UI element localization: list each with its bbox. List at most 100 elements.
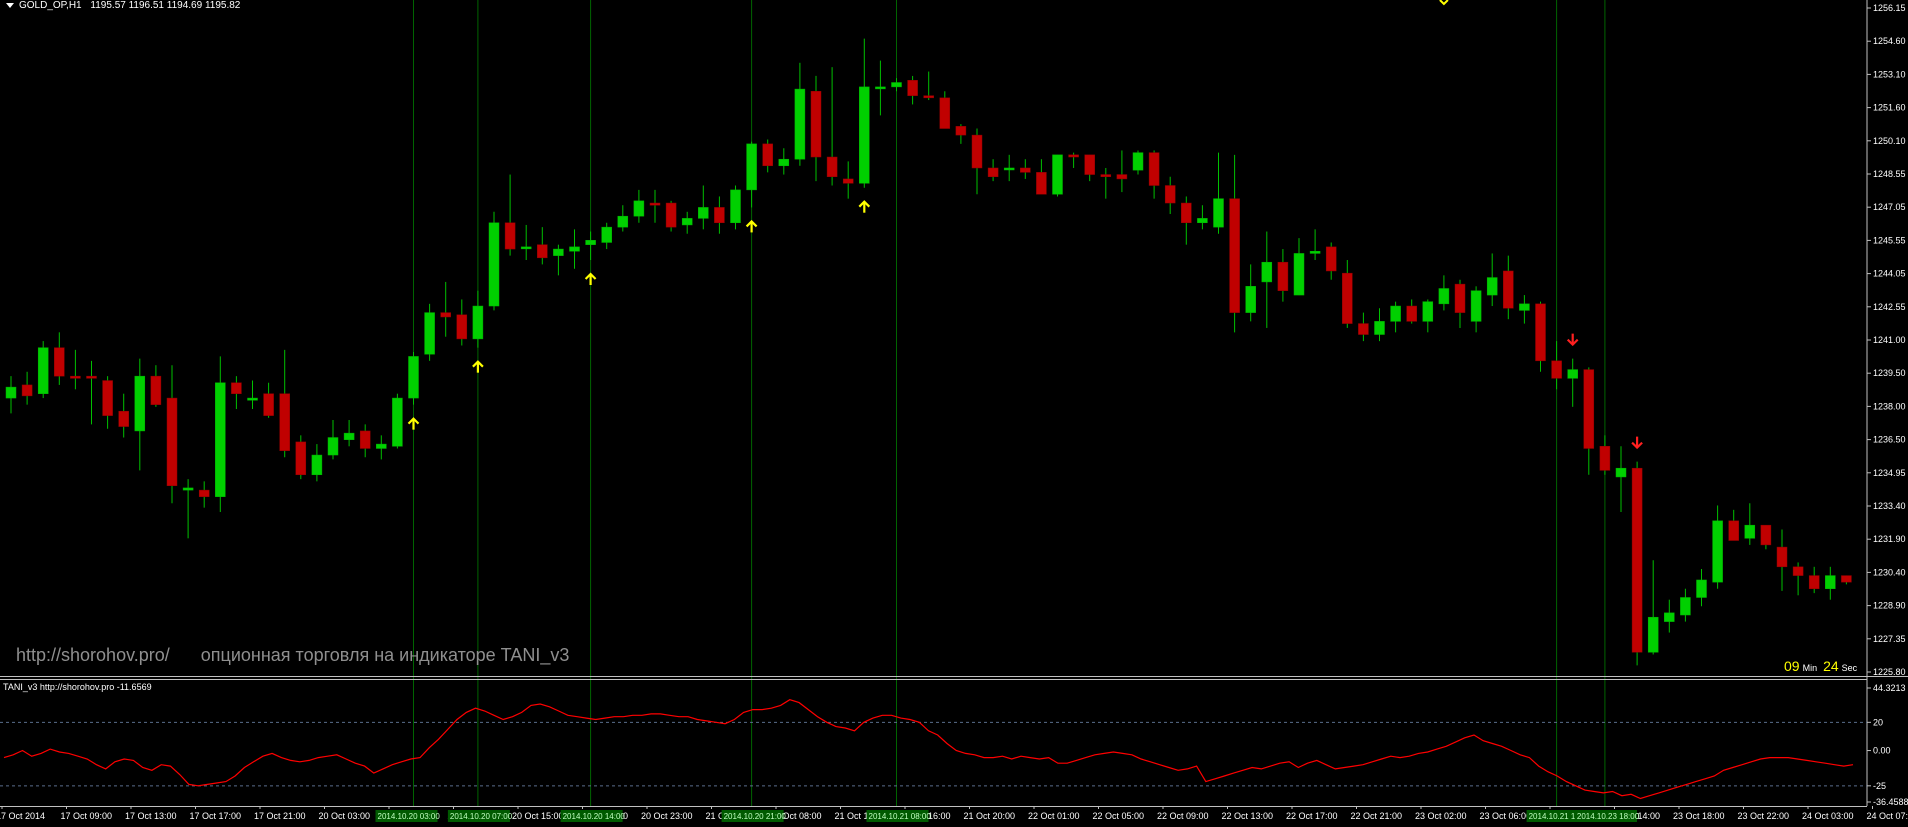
- bear-candle-body: [264, 394, 274, 416]
- price-tick-label: 1225.80: [1873, 667, 1906, 677]
- candle: [763, 139, 773, 172]
- price-tick-label: 1254.60: [1873, 36, 1906, 46]
- bull-candle-body: [602, 227, 612, 242]
- candle: [409, 352, 419, 405]
- highlighted-time-text: 2014.10.20 14:00: [563, 812, 626, 821]
- bull-candle-body: [1310, 251, 1320, 253]
- bear-candle-body: [1455, 284, 1465, 312]
- time-tick-label: 20 Oct 03:00: [319, 811, 371, 821]
- time-tick-label: 22 Oct 01:00: [1028, 811, 1080, 821]
- candle: [650, 190, 660, 223]
- candle: [537, 227, 547, 264]
- up-arrow-icon: [473, 362, 483, 373]
- bear-candle-body: [1069, 155, 1079, 157]
- candle: [1616, 446, 1626, 512]
- signal-arrows: [409, 0, 1643, 448]
- candle: [1632, 462, 1642, 666]
- candle: [231, 376, 241, 409]
- candle: [634, 190, 644, 223]
- trading-chart-window[interactable]: 1256.151254.601253.101251.601250.101248.…: [0, 0, 1908, 822]
- bear-candle-body: [1632, 468, 1642, 652]
- chevron-down-icon[interactable]: [6, 3, 14, 8]
- candle: [892, 78, 902, 91]
- bear-candle-body: [199, 490, 209, 497]
- candle: [1407, 299, 1417, 323]
- bull-candle-body: [248, 398, 258, 400]
- highlighted-time-text: 2014.10.21 08:00: [869, 812, 932, 821]
- candle: [682, 212, 692, 234]
- ohlc-readout: 1195.57 1196.51 1194.69 1195.82: [90, 0, 240, 11]
- bull-candle-body: [634, 201, 644, 216]
- price-tick-label: 1238.00: [1873, 401, 1906, 411]
- watermark-text: опционная торговля на индикаторе TANI_v3: [201, 645, 570, 665]
- time-tick-label: 24 Oct 07:00: [1867, 811, 1908, 821]
- candle: [1423, 299, 1433, 332]
- bear-candle-body: [714, 207, 724, 222]
- chart-canvas[interactable]: 1256.151254.601253.101251.601250.101248.…: [0, 0, 1908, 822]
- time-tick-label: 22 Oct 05:00: [1093, 811, 1145, 821]
- indicator-pane[interactable]: 44.3213200.00-25-36.4588: [0, 680, 1908, 808]
- down-arrow-icon: [1568, 334, 1578, 345]
- bull-candle-body: [1262, 262, 1272, 282]
- up-arrow-icon: [586, 274, 596, 285]
- bear-candle-body: [87, 376, 97, 378]
- highlighted-time-label: 2014.10.20 21:00: [722, 810, 787, 822]
- indicator-line: [4, 700, 1853, 799]
- bear-candle-body: [537, 245, 547, 258]
- indicator-tick-label: 0.00: [1873, 746, 1891, 756]
- bear-candle-body: [1342, 273, 1352, 323]
- bull-candle-body: [1133, 153, 1143, 171]
- price-tick-label: 1245.55: [1873, 235, 1906, 245]
- bear-candle-body: [650, 203, 660, 205]
- candle: [87, 361, 97, 425]
- bull-candle-body: [1680, 597, 1690, 615]
- price-tick-label: 1256.15: [1873, 3, 1906, 13]
- bull-candle-body: [215, 383, 225, 497]
- vertical-marker-lines: [414, 0, 1605, 806]
- candle: [1036, 159, 1046, 194]
- candle: [1262, 232, 1272, 328]
- bear-candle-body: [296, 442, 306, 475]
- symbol-header[interactable]: GOLD_OP,H1 1195.57 1196.51 1194.69 1195.…: [6, 0, 240, 11]
- candle: [698, 186, 708, 230]
- bull-candle-body: [409, 356, 419, 398]
- candle: [264, 383, 274, 418]
- candle: [1165, 177, 1175, 214]
- highlighted-time-label: 2014.10.20 07:00: [448, 810, 513, 822]
- candle: [1439, 275, 1449, 310]
- candle: [296, 435, 306, 479]
- price-tick-label: 1228.90: [1873, 601, 1906, 611]
- bull-candle-body: [618, 216, 628, 227]
- candle: [811, 76, 821, 181]
- bear-candle-body: [1020, 168, 1030, 172]
- candle: [1069, 153, 1079, 168]
- candle: [167, 365, 177, 503]
- bear-candle-body: [70, 376, 80, 378]
- highlighted-time-text: 2014.10.20 21:00: [724, 812, 787, 821]
- candle: [1584, 367, 1594, 474]
- candle: [956, 124, 966, 144]
- time-axis[interactable]: 17 Oct 201417 Oct 09:0017 Oct 13:0017 Oc…: [0, 806, 1908, 822]
- bull-candle-body: [1487, 278, 1497, 296]
- time-tick-label: 21 Oct 20:00: [964, 811, 1016, 821]
- candle: [940, 91, 950, 128]
- candle: [1536, 302, 1546, 372]
- highlighted-time-text: 2014.10.20 03:00: [378, 812, 441, 821]
- candle: [1085, 155, 1095, 181]
- candle: [1310, 229, 1320, 260]
- bull-candle-body: [1197, 218, 1207, 222]
- bull-candle-body: [1214, 199, 1224, 227]
- bull-candle-body: [1375, 321, 1385, 334]
- candle: [1053, 155, 1063, 197]
- candle: [376, 435, 386, 459]
- candle: [103, 376, 113, 429]
- candle: [827, 67, 837, 185]
- bull-candle-body: [859, 87, 869, 183]
- candlestick-series: [6, 39, 1851, 666]
- bull-candle-body: [1745, 525, 1755, 538]
- candle: [280, 350, 290, 457]
- highlighted-time-text: 2014.10.20 07:00: [450, 812, 513, 821]
- bull-candle-body: [682, 218, 692, 225]
- bear-candle-body: [1181, 203, 1191, 223]
- candle: [731, 186, 741, 230]
